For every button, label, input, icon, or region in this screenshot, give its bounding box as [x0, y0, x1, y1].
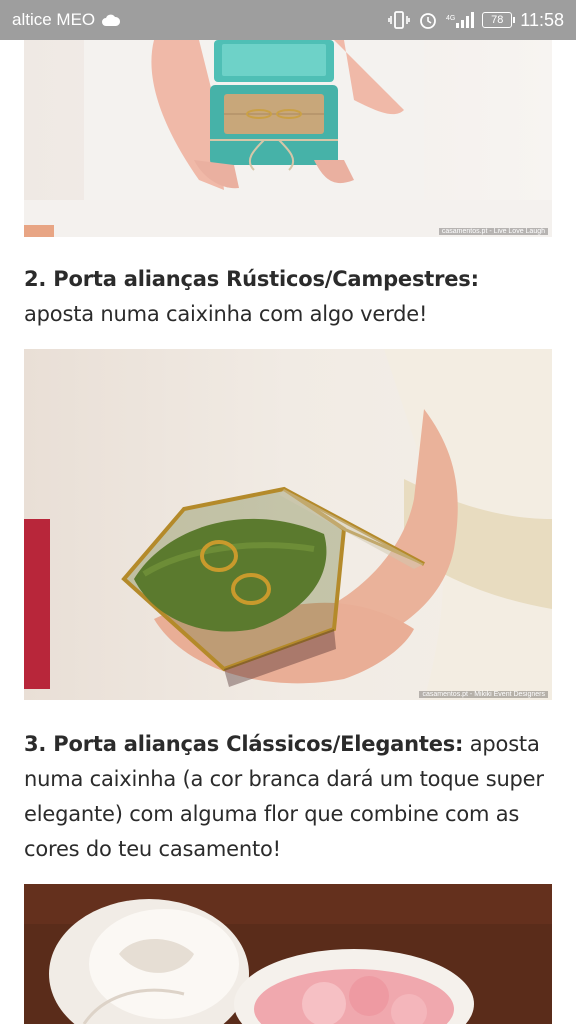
cloud-icon [101, 13, 121, 27]
photo-credit: casamentos.pt - Live Love Laugh [438, 228, 548, 235]
section-2-text: aposta numa caixinha com algo verde! [24, 302, 428, 326]
section-2-paragraph: 2. Porta alianças Rústicos/Campestres: a… [24, 262, 554, 332]
section-2-heading: 2. Porta alianças Rústicos/Campestres: [24, 267, 479, 291]
photo-credit: casamentos.pt - Mikiki Event Designers [419, 691, 548, 698]
section-3-heading: 3. Porta alianças Clássicos/Elegantes: [24, 732, 464, 756]
status-bar: altice MEO 4G 78 11:58 [0, 0, 576, 40]
clock: 11:58 [520, 9, 564, 30]
svg-text:4G: 4G [446, 15, 455, 22]
section-3-paragraph: 3. Porta alianças Clássicos/Elegantes: a… [24, 727, 554, 867]
ring-box-white-photo [24, 884, 552, 1024]
ring-box-moss-photo: casamentos.pt - Mikiki Event Designers [24, 349, 552, 700]
carrier-name: altice MEO [12, 10, 96, 29]
battery-icon: 78 [482, 12, 516, 28]
signal-icon: 4G [446, 11, 475, 29]
alarm-icon [418, 10, 438, 30]
vibrate-icon [388, 11, 411, 29]
ring-box-teal-photo: casamentos.pt - Live Love Laugh [24, 40, 552, 237]
